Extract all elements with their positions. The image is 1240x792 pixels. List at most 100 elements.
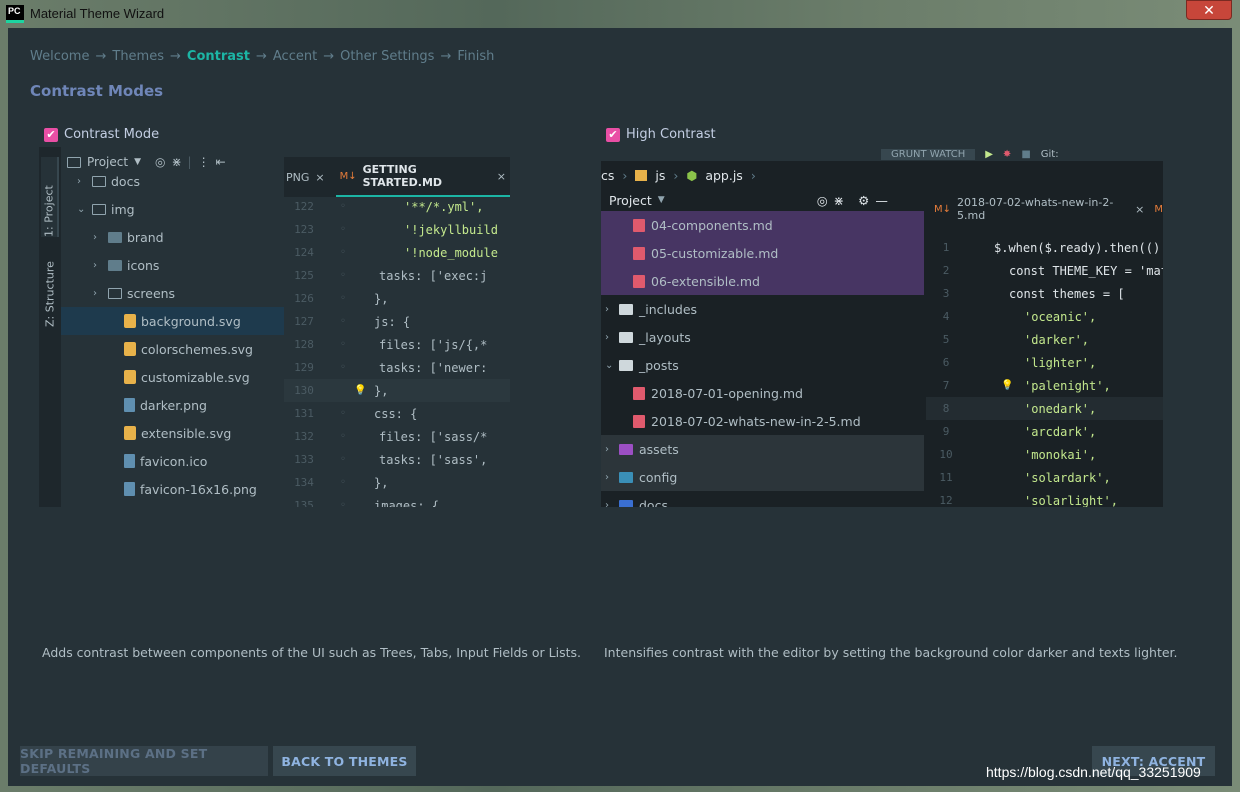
chevron-right-icon: › (673, 167, 679, 183)
target-icon[interactable]: ◎ (817, 193, 828, 208)
path-segment[interactable]: js (655, 168, 665, 183)
chevron-icon[interactable]: › (605, 304, 613, 315)
tree-item[interactable]: 04-components.md (601, 211, 924, 239)
run-config-selector[interactable]: GRUNT WATCH (881, 148, 976, 160)
tree-item[interactable]: › screens (61, 279, 284, 307)
tree-item[interactable]: 06-extensible.md (601, 267, 924, 295)
tree-item[interactable]: › config (601, 463, 924, 491)
fold-marker-icon[interactable]: ◦ (340, 270, 350, 281)
path-segment[interactable]: app.js (705, 168, 743, 183)
fold-marker-icon[interactable]: ◦ (340, 316, 350, 327)
tab-whats-new[interactable]: 2018-07-02-whats-new-in-2-5.md (957, 196, 1129, 222)
fold-marker-icon[interactable]: ◦ (340, 500, 350, 507)
path-segment[interactable]: cs (601, 168, 614, 183)
line-number: 132 (294, 430, 314, 443)
chevron-icon[interactable]: ⌄ (605, 360, 613, 371)
fold-marker-icon[interactable]: ◦ (340, 224, 350, 235)
tree-item[interactable]: customizable.svg (61, 363, 284, 391)
tab-png[interactable]: PNG × (284, 171, 330, 184)
tree-item[interactable]: › _includes (601, 295, 924, 323)
tree-item[interactable]: 2018-07-01-opening.md (601, 379, 924, 407)
close-icon[interactable]: × (497, 170, 506, 183)
breadcrumb-step: Welcome (30, 49, 90, 64)
contrast-mode-option[interactable]: ✔ Contrast Mode (44, 127, 159, 142)
stop-icon[interactable]: ■ (1021, 149, 1030, 160)
chevron-icon[interactable]: › (605, 332, 613, 343)
line-number: 1 (942, 241, 950, 254)
tree-item-label: config (639, 469, 678, 485)
tree-item[interactable]: ⌄ _posts (601, 351, 924, 379)
line-number: 8 (942, 402, 950, 415)
close-icon[interactable]: × (1135, 203, 1144, 216)
tree-item[interactable]: 2018-07-02-whats-new-in-2-5.md (601, 407, 924, 435)
fold-marker-icon[interactable]: ◦ (340, 454, 350, 465)
lightbulb-icon[interactable]: 💡 (1001, 380, 1013, 391)
code-text: 'oceanic', (1024, 309, 1097, 324)
run-icon[interactable]: ▶ (985, 149, 993, 160)
close-icon[interactable]: × (315, 171, 324, 184)
folder-icon (619, 499, 633, 507)
fold-marker-icon[interactable]: ◦ (340, 339, 350, 350)
chevron-icon[interactable]: › (77, 176, 87, 187)
chevron-icon[interactable]: › (605, 444, 613, 455)
code-text: 'palenight', (1024, 378, 1111, 393)
tree-item[interactable]: › assets (601, 435, 924, 463)
tree-item[interactable]: › icons (61, 251, 284, 279)
markdown-file-icon (633, 386, 645, 400)
folder-icon (108, 259, 122, 271)
tree-item[interactable]: 05-customizable.md (601, 239, 924, 267)
tree-item[interactable]: favicon.ico (61, 447, 284, 475)
chevron-icon[interactable]: › (93, 232, 103, 243)
tree-item[interactable]: › _layouts (601, 323, 924, 351)
fold-marker-icon[interactable]: ◦ (340, 247, 350, 258)
lightbulb-icon[interactable]: 💡 (354, 385, 366, 396)
code-line: 11 'solardark', (926, 466, 1163, 489)
tree-item[interactable]: background.svg (61, 307, 284, 335)
tree-item[interactable]: darker.png (61, 391, 284, 419)
image-file-icon (124, 454, 135, 468)
high-contrast-option[interactable]: ✔ High Contrast (606, 127, 716, 142)
collapse-icon[interactable]: ⋇ (834, 193, 844, 208)
fold-marker-icon[interactable]: ◦ (340, 431, 350, 442)
fold-marker-icon[interactable]: ◦ (340, 201, 350, 212)
markdown-file-icon (633, 274, 645, 288)
fold-marker-icon[interactable]: ◦ (340, 408, 350, 419)
tree-item[interactable]: › docs (61, 167, 284, 195)
contrast-mode-checkbox[interactable]: ✔ (44, 127, 58, 142)
fold-marker-icon[interactable]: ◦ (340, 293, 350, 304)
code-text: 'arcdark', (1024, 424, 1097, 439)
line-number: 9 (942, 425, 950, 438)
chevron-icon[interactable]: › (93, 260, 103, 271)
high-contrast-description: Intensifies contrast with the editor by … (604, 645, 1178, 660)
skip-remaining-button[interactable]: SKIP REMAINING AND SET DEFAULTS (20, 746, 268, 776)
code-text: 'monokai', (1024, 447, 1097, 462)
tree-item-label: _posts (639, 357, 679, 373)
tree-item[interactable]: ⌄ img (61, 195, 284, 223)
tab-getting-started[interactable]: M↓ GETTING STARTED.MD × (335, 157, 510, 197)
tree-item[interactable]: colorschemes.svg (61, 335, 284, 363)
structure-side-tab-label: Z: Structure (43, 261, 57, 327)
chevron-icon[interactable]: › (605, 500, 613, 508)
fold-marker-icon[interactable]: ◦ (340, 362, 350, 373)
high-contrast-checkbox[interactable]: ✔ (606, 127, 620, 142)
tree-item[interactable]: › brand (61, 223, 284, 251)
tree-item[interactable]: › docs (601, 491, 924, 507)
fold-marker-icon[interactable]: ◦ (340, 477, 350, 488)
chevron-icon[interactable]: ⌄ (77, 204, 87, 215)
tree-item[interactable]: extensible.svg (61, 419, 284, 447)
back-to-themes-button[interactable]: BACK TO THEMES (273, 746, 416, 776)
minimize-icon[interactable]: — (875, 193, 888, 208)
tree-item[interactable]: favicon-16x16.png (61, 475, 284, 503)
high-contrast-preview: GRUNT WATCH ▶ ✸ ■ Git: cs › js › ⬢ app.j… (601, 147, 1163, 507)
tree-item-label: favicon-16x16.png (140, 481, 257, 497)
debug-icon[interactable]: ✸ (1003, 149, 1011, 160)
svg-file-icon (124, 342, 136, 356)
chevron-icon[interactable]: › (93, 288, 103, 299)
chevron-icon[interactable]: › (605, 472, 613, 483)
code-text: 'onedark', (1024, 401, 1097, 416)
gear-icon[interactable]: ⚙ (858, 193, 869, 208)
close-button[interactable]: ✕ (1186, 0, 1232, 20)
project-side-tab: 1: Project (41, 157, 59, 237)
watermark: https://blog.csdn.net/qq_33251909 (986, 764, 1201, 780)
code-text: tasks: ['newer: (379, 360, 488, 375)
